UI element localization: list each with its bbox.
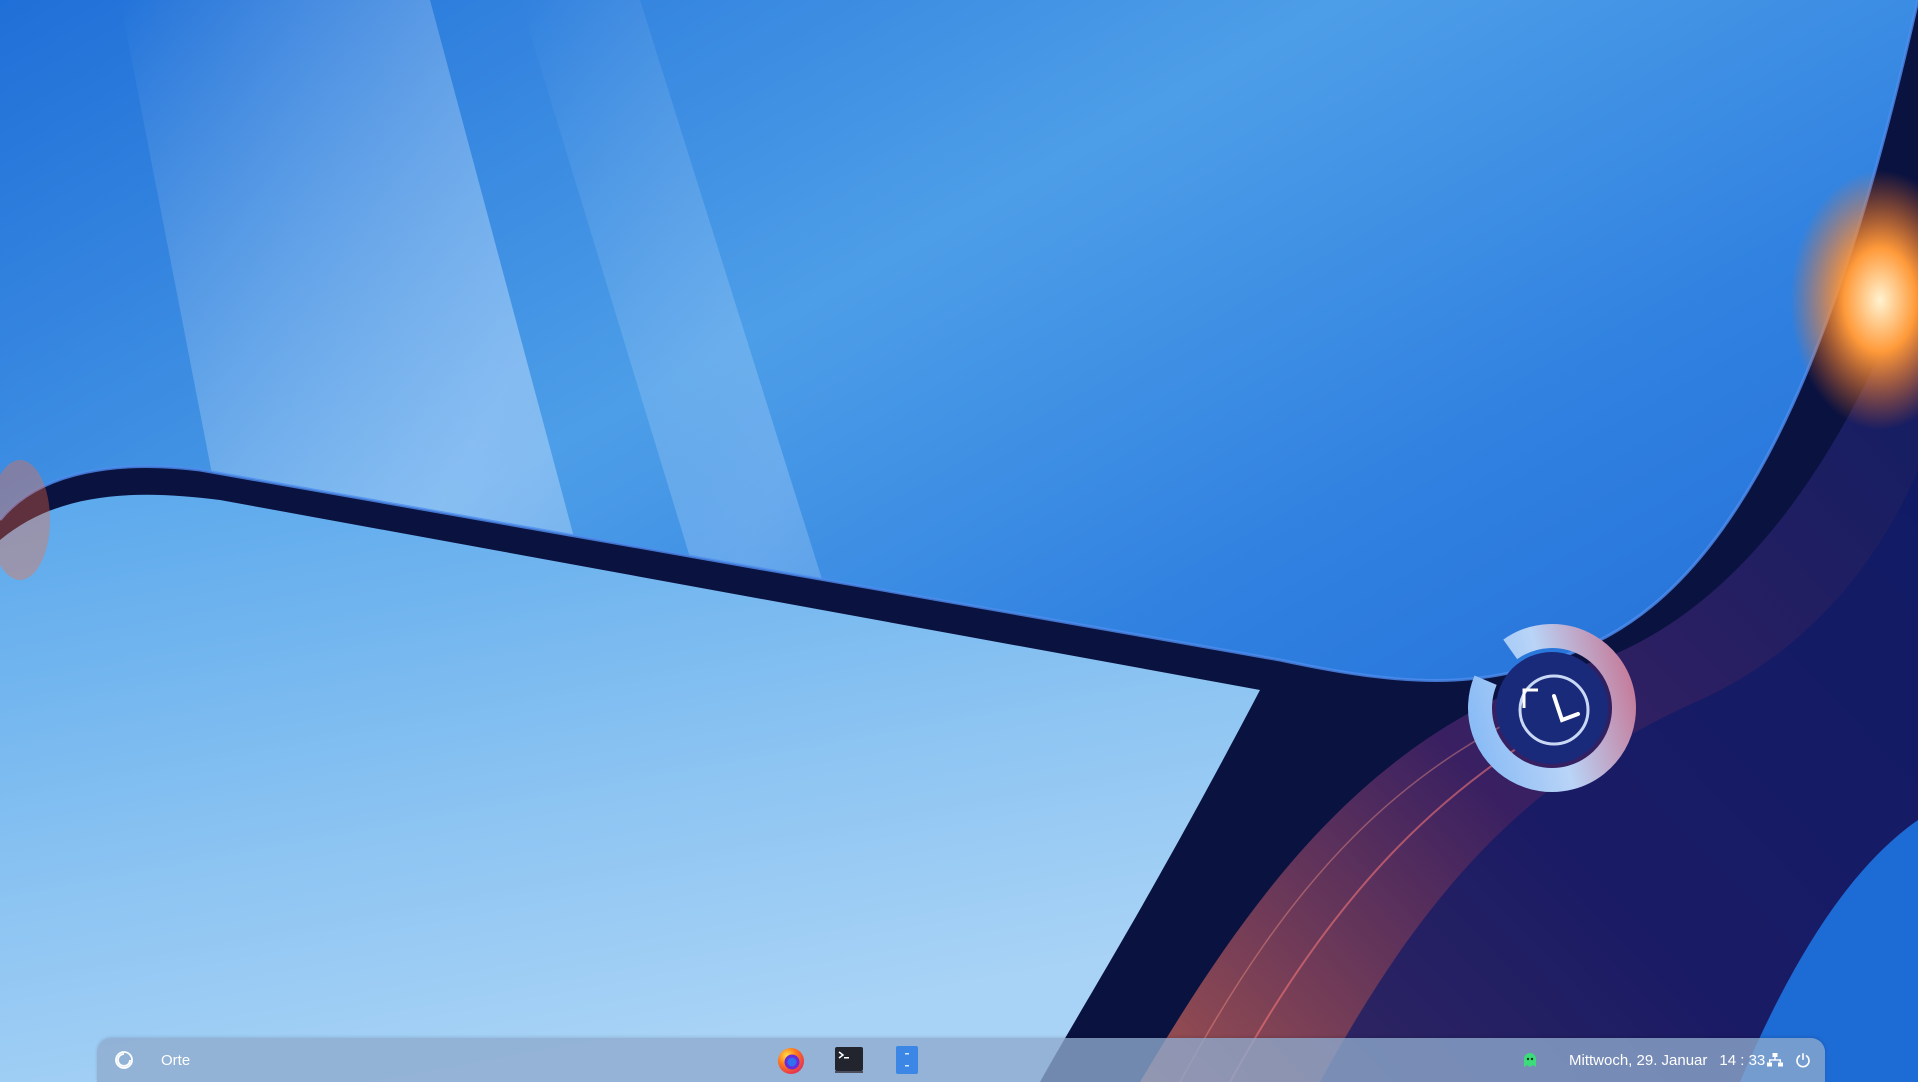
tray-indicator[interactable] bbox=[1517, 1047, 1543, 1073]
desktop[interactable]: Orte Mittwoch, 29. Januar 14: 33 bbox=[0, 0, 1918, 1082]
terminal-icon bbox=[835, 1047, 863, 1073]
date-time-display[interactable]: Mittwoch, 29. Januar 14 : 33 bbox=[1557, 1045, 1777, 1075]
network-icon bbox=[1767, 1053, 1783, 1067]
network-status-button[interactable] bbox=[1762, 1047, 1788, 1073]
places-menu[interactable]: Orte bbox=[149, 1045, 202, 1075]
firefox-icon bbox=[778, 1048, 804, 1074]
files-launcher[interactable] bbox=[890, 1043, 924, 1077]
desktop-logo bbox=[1468, 624, 1636, 792]
power-menu-button[interactable] bbox=[1790, 1047, 1816, 1073]
wallpaper bbox=[0, 0, 1918, 1082]
files-icon bbox=[896, 1046, 918, 1074]
firefox-launcher[interactable] bbox=[774, 1043, 808, 1077]
clock-date: Mittwoch, 29. Januar bbox=[1569, 1051, 1708, 1069]
clock-time: 14 : 33 bbox=[1719, 1051, 1766, 1069]
ghost-icon bbox=[1524, 1053, 1536, 1067]
places-menu-label: Orte bbox=[161, 1051, 191, 1069]
activities-icon bbox=[115, 1051, 133, 1069]
power-icon bbox=[1796, 1053, 1810, 1068]
activities-button[interactable] bbox=[109, 1045, 139, 1075]
terminal-launcher[interactable] bbox=[832, 1043, 866, 1077]
top-panel: Orte Mittwoch, 29. Januar 14: 33 bbox=[97, 1038, 1825, 1082]
